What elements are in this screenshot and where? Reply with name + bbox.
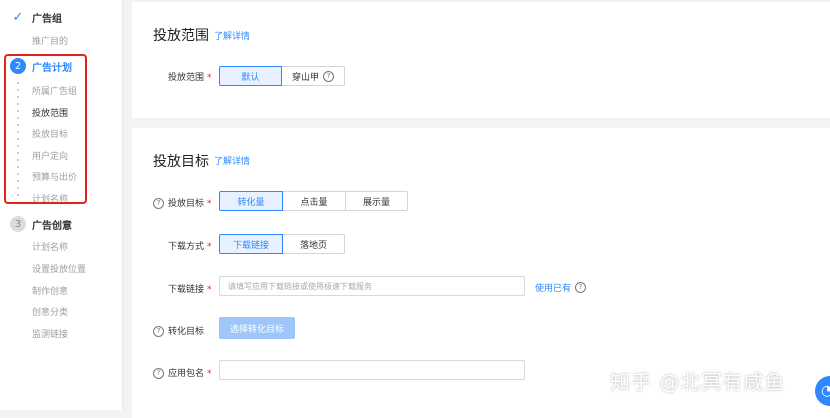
required-mark: * xyxy=(207,369,212,379)
step-ad-group-label: 广告组 xyxy=(32,14,62,25)
delivery-range-card: 投放范围 了解详情 投放范围 * 默认 穿山甲? xyxy=(132,2,830,118)
steps-sidebar: ✓ 广告组 推广目的 2 广告计划 所属广告组 投放范围 投放目标 用户定向 预… xyxy=(0,0,123,410)
field-label-download-link: 下载链接 * xyxy=(168,285,212,295)
package-name-input[interactable] xyxy=(219,360,525,380)
step-ad-group[interactable]: ✓ 广告组 xyxy=(10,10,62,25)
learn-more-link[interactable]: 了解详情 xyxy=(214,154,250,167)
required-mark: * xyxy=(207,242,212,252)
option-pangle[interactable]: 穿山甲? xyxy=(281,66,345,86)
step-ad-creative-label: 广告创意 xyxy=(32,220,72,232)
field-label-download-method: 下载方式 * xyxy=(168,242,212,252)
step-number-badge: 3 xyxy=(10,216,26,232)
chat-icon: ◔ xyxy=(821,383,830,399)
option-default[interactable]: 默认 xyxy=(219,66,282,86)
help-icon[interactable]: ? xyxy=(323,70,334,82)
learn-more-link[interactable]: 了解详情 xyxy=(214,29,250,42)
use-existing-link[interactable]: 使用已有? xyxy=(535,281,587,294)
sidebar-item-creative-plan-name[interactable]: 计划名称 xyxy=(32,240,68,253)
option-landing-page[interactable]: 落地页 xyxy=(282,234,345,254)
watermark: 知乎 @北冥有咸鱼 xyxy=(610,370,786,394)
sidebar-item-promotion-purpose[interactable]: 推广目的 xyxy=(32,34,68,47)
field-label-package-name: ? 应用包名 * xyxy=(153,366,212,379)
sidebar-item-placement[interactable]: 设置投放位置 xyxy=(32,262,86,275)
highlight-box xyxy=(4,54,87,204)
select-conversion-goal-button[interactable]: 选择转化目标 xyxy=(219,317,295,339)
option-impressions[interactable]: 展示量 xyxy=(345,191,408,211)
option-download-link[interactable]: 下载链接 xyxy=(219,234,283,254)
check-icon: ✓ xyxy=(12,10,24,25)
help-icon[interactable]: ? xyxy=(153,198,164,209)
delivery-range-options: 默认 穿山甲? xyxy=(219,66,345,86)
sidebar-item-creative-category[interactable]: 创意分类 xyxy=(32,305,68,318)
sidebar-item-make-creative[interactable]: 制作创意 xyxy=(32,284,68,297)
field-label-goal: ? 投放目标 * xyxy=(153,196,212,209)
required-mark: * xyxy=(207,285,212,295)
step-ad-creative[interactable]: 3 广告创意 xyxy=(10,216,72,232)
sidebar-item-tracking-link[interactable]: 监测链接 xyxy=(32,327,68,340)
help-icon[interactable]: ? xyxy=(575,282,587,293)
field-label-delivery-range: 投放范围 * xyxy=(168,73,212,83)
help-icon[interactable]: ? xyxy=(153,368,164,379)
download-link-input[interactable]: 请填写应用下载链接或使用极速下载服务 xyxy=(219,276,525,296)
option-conversions[interactable]: 转化量 xyxy=(219,191,283,211)
help-icon[interactable]: ? xyxy=(153,326,164,337)
required-mark: * xyxy=(207,73,212,83)
section-title-delivery-range: 投放范围 xyxy=(153,28,209,44)
field-label-conversion-goal: ? 转化目标 xyxy=(153,324,204,337)
required-mark: * xyxy=(207,199,212,209)
option-clicks[interactable]: 点击量 xyxy=(282,191,346,211)
download-method-options: 下载链接 落地页 xyxy=(219,234,345,254)
section-title-delivery-goal: 投放目标 xyxy=(153,154,209,170)
goal-options: 转化量 点击量 展示量 xyxy=(219,191,408,211)
